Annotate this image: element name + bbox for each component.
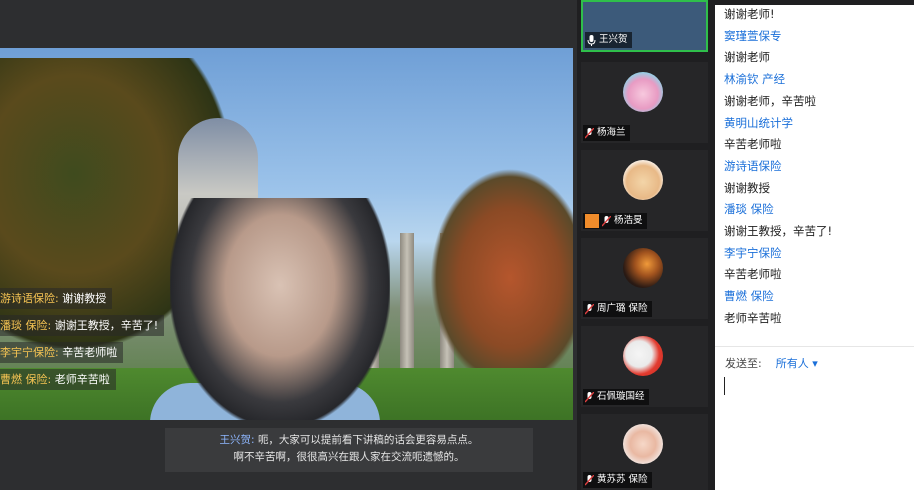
chat-message: 辛苦老师啦 [724,137,782,152]
overlay-chat-name: 李宇宁保险: [0,346,59,359]
mic-muted-icon [585,127,594,138]
participant-name: 杨海兰 [597,127,626,138]
participant-tile[interactable]: 王兴贺 [581,0,708,52]
participant-label: 杨海兰 [583,125,630,141]
participant-tile[interactable]: 杨海兰 [581,62,708,143]
overlay-chat-line: 游诗语保险: 谢谢教授 [0,287,164,314]
overlay-chat-line: 李宇宁保险: 辛苦老师啦 [0,341,164,368]
participant-name: 杨浩旻 [614,215,643,226]
participant-tile[interactable]: 杨浩旻 [581,150,708,231]
live-caption: 王兴贺: 呃，大家可以提前看下讲稿的话会更容易点点。 啊不辛苦啊，很很高兴在跟人… [165,428,533,472]
participant-name: 石佩璇国经 [597,391,645,402]
video-speaker [170,198,390,420]
chat-message: 谢谢老师，辛苦啦 [724,93,816,108]
chat-message: 辛苦老师啦 [724,267,782,282]
mic-muted-icon [585,474,594,485]
overlay-chat-line: 曹燃 保险: 老师辛苦啦 [0,368,164,395]
participant-sidebar[interactable]: 王兴贺 杨海兰 杨浩旻 周广璐 保险 石佩璇国经 黄苏苏 保险 [577,0,715,490]
send-target-dropdown[interactable]: 所有人 ▾ [776,357,818,370]
main-video-area: 游诗语保险: 谢谢教授 潘琰 保险: 谢谢王教授，辛苦了! 李宇宁保险: 辛苦老… [0,0,577,490]
mic-muted-icon [602,215,611,226]
overlay-chat-text: 谢谢王教授，辛苦了! [54,319,159,332]
avatar [623,248,663,288]
chat-panel: 谢谢老师! 窦瑾萱保专 谢谢老师 林渝钦 产经 谢谢老师，辛苦啦 黄明山统计学 … [715,0,914,490]
mic-muted-icon [585,391,594,402]
chat-sender[interactable]: 窦瑾萱保专 [724,26,912,48]
participant-name: 黄苏苏 保险 [597,474,648,485]
participant-label: 王兴贺 [585,32,632,48]
caption-line1: 呃，大家可以提前看下讲稿的话会更容易点点。 [257,434,479,446]
chat-input-cursor[interactable] [724,377,725,395]
overlay-chat-name: 潘琰 保险: [0,319,52,332]
avatar [623,160,663,200]
chat-message: 谢谢老师 [724,50,770,65]
participant-label: 黄苏苏 保险 [583,472,652,488]
overlay-chat-text: 谢谢教授 [62,292,107,305]
avatar [623,336,663,376]
participant-tile[interactable]: 石佩璇国经 [581,326,708,407]
top-bar [0,0,577,48]
video-trees-right [430,168,573,388]
overlay-chat-text: 辛苦老师啦 [62,346,118,359]
chat-sender[interactable]: 黄明山统计学 [724,113,912,135]
chat-sender[interactable]: 游诗语保险 [724,156,912,178]
participant-name: 周广璐 保险 [597,303,648,314]
caption-line2: 啊不辛苦啊，很很高兴在跟人家在交流呃遗憾的。 [233,451,465,463]
send-to-label: 发送至: [725,357,762,370]
participant-label: 石佩璇国经 [583,389,649,405]
overlay-chat-name: 曹燃 保险: [0,373,52,386]
chat-message: 谢谢王教授，辛苦了! [724,224,833,239]
send-to-row: 发送至: 所有人 ▾ [725,355,818,371]
overlay-chat-line: 潘琰 保险: 谢谢王教授，辛苦了! [0,314,165,341]
participant-name: 王兴贺 [599,34,628,45]
chat-divider [715,346,914,347]
avatar [623,72,663,112]
participant-tile[interactable]: 黄苏苏 保险 [581,414,708,490]
chat-message: 谢谢教授 [724,180,770,195]
mic-muted-icon [585,303,594,314]
caption-speaker: 王兴贺: [219,434,255,446]
chat-messages[interactable]: 谢谢老师! 窦瑾萱保专 谢谢老师 林渝钦 产经 谢谢老师，辛苦啦 黄明山统计学 … [724,4,912,330]
avatar [623,424,663,464]
participant-label: 杨浩旻 [583,213,647,229]
video-column [400,233,414,373]
chat-sender[interactable]: 潘琰 保险 [724,199,912,221]
overlay-chat: 游诗语保险: 谢谢教授 潘琰 保险: 谢谢王教授，辛苦了! 李宇宁保险: 辛苦老… [0,287,165,395]
chat-sender[interactable]: 林渝钦 产经 [724,69,912,91]
mic-icon [587,34,596,46]
chat-sender[interactable]: 李宇宁保险 [724,243,912,265]
user-icon [585,214,599,228]
participant-tile[interactable]: 周广璐 保险 [581,238,708,319]
overlay-chat-text: 老师辛苦啦 [54,373,110,386]
participant-label: 周广璐 保险 [583,301,652,317]
chat-sender[interactable]: 曹燃 保险 [724,286,912,308]
overlay-chat-name: 游诗语保险: [0,292,59,305]
chat-message: 谢谢老师! [724,7,775,21]
chat-message: 老师辛苦啦 [724,310,782,325]
